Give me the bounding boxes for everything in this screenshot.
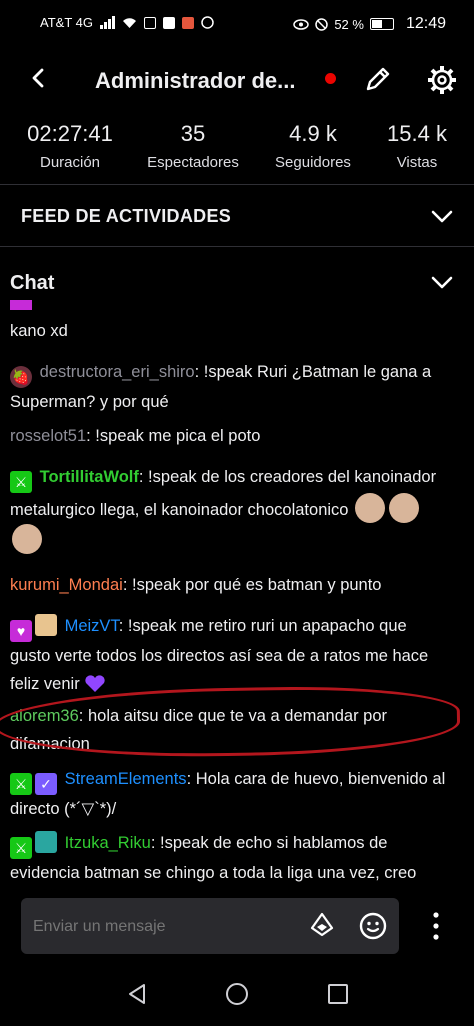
chat-message: kurumi_Mondai: !speak por qué es batman … — [10, 571, 450, 599]
page-title: Administrador de... — [95, 68, 296, 93]
nav-recents-icon[interactable] — [328, 984, 348, 1004]
app-notification-icon — [181, 16, 194, 29]
nav-back-icon[interactable] — [126, 982, 148, 1006]
heart-badge-icon: ♥ — [10, 620, 32, 642]
nav-home-icon[interactable] — [226, 983, 248, 1005]
chat-username[interactable]: kurumi_Mondai — [10, 576, 123, 594]
chat-message-cutoff — [10, 300, 450, 310]
avatar-badge-icon — [35, 831, 57, 853]
chat-message: 🍓 destructora_eri_shiro: !speak Ruri ¿Ba… — [10, 358, 450, 416]
message-composer — [21, 898, 399, 954]
chevron-down-icon[interactable] — [430, 206, 454, 226]
more-options-icon[interactable] — [428, 910, 444, 942]
stat-duration: 02:27:41 Duración — [27, 121, 113, 171]
chat-message: ⚔ ✓ StreamElements: Hola cara de huevo, b… — [10, 765, 450, 823]
chat-message: ♥ MeizVT: !speak me retiro ruri un apapa… — [10, 612, 450, 698]
chat-message: rosselot51: !speak me pica el poto — [10, 422, 450, 450]
carrier-label: AT&T 4G — [40, 15, 93, 30]
activity-feed-header[interactable]: FEED DE ACTIVIDADES — [0, 186, 474, 246]
chat-label: Chat — [10, 272, 55, 294]
sword-badge-icon: ⚔ — [10, 471, 32, 493]
mute-icon — [315, 17, 329, 31]
message-text: : !speak me pica el poto — [86, 427, 261, 445]
chat-message: ⚔ TortillitaWolf: !speak de los creadore… — [10, 463, 450, 555]
stream-stats: 02:27:41 Duración 35 Espectadores 4.9 k … — [0, 116, 474, 182]
status-bar: AT&T 4G 52 % 12:49 — [0, 0, 474, 46]
verified-badge-icon: ✓ — [35, 773, 57, 795]
back-arrow-icon[interactable] — [22, 62, 54, 94]
signal-icon — [99, 16, 115, 29]
chat-message: ⚔ Itzuka_Riku: !speak de echo si hablamo… — [10, 829, 450, 887]
heart-badge-icon — [10, 300, 32, 310]
chat-username[interactable]: Itzuka_Riku — [65, 834, 151, 852]
battery-percent: 52 % — [334, 16, 364, 32]
face-emote-icon — [389, 493, 420, 523]
divider — [0, 246, 474, 247]
wifi-icon — [122, 17, 136, 28]
cat-badge-icon — [35, 614, 57, 636]
chat-username[interactable]: MeizVT — [65, 617, 119, 635]
battery-icon — [369, 18, 394, 30]
chat-username[interactable]: TortillitaWolf — [40, 468, 139, 486]
chevron-down-icon[interactable] — [430, 272, 454, 292]
activity-feed-label: FEED DE ACTIVIDADES — [21, 206, 232, 226]
chat-message: kano xd — [10, 317, 450, 345]
eye-icon — [293, 18, 310, 30]
face-emote-icon — [355, 493, 386, 523]
stat-followers: 4.9 k Seguidores — [275, 121, 351, 171]
message-text: : !speak por qué es batman y punto — [122, 576, 382, 594]
stat-viewers: 35 Espectadores — [147, 121, 239, 171]
chat-username[interactable]: StreamElements — [65, 770, 187, 788]
chat-input[interactable] — [31, 912, 295, 942]
divider — [0, 184, 474, 185]
clock: 12:49 — [405, 15, 446, 32]
whatsapp-icon — [201, 16, 214, 29]
pencil-icon[interactable] — [362, 63, 394, 95]
face-emote-icon — [12, 524, 42, 554]
instagram-icon — [143, 16, 156, 29]
strawberry-badge-icon: 🍓 — [10, 366, 32, 388]
stat-views: 15.4 k Vistas — [387, 121, 447, 171]
gear-icon[interactable] — [425, 63, 459, 97]
app-header: Administrador de... — [0, 46, 474, 116]
sword-badge-icon: ⚔ — [10, 837, 32, 859]
system-nav-bar — [0, 966, 474, 1026]
chat-username[interactable]: rosselot51 — [10, 427, 86, 445]
chat-list[interactable]: kano xd 🍓 destructora_eri_shiro: !speak … — [0, 300, 474, 890]
sword-badge-icon: ⚔ — [10, 773, 32, 795]
live-indicator — [325, 73, 336, 84]
bits-icon[interactable] — [309, 912, 335, 938]
purple-heart-icon — [85, 675, 105, 692]
twitch-icon — [162, 16, 175, 29]
emoji-icon[interactable] — [358, 911, 388, 941]
message-text: kano xd — [10, 322, 68, 340]
chat-username[interactable]: destructora_eri_shiro — [40, 363, 195, 381]
